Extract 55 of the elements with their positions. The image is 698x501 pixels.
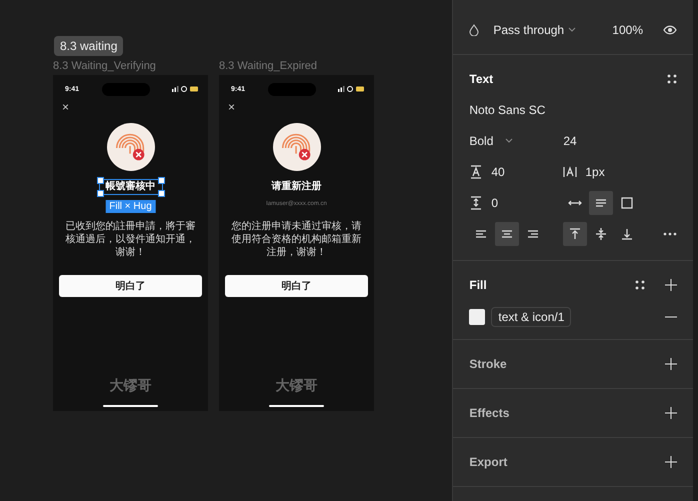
logo-text: 大镠哥 [110,377,152,395]
auto-height-button[interactable] [589,191,614,215]
font-weight-dropdown[interactable]: Bold [469,134,494,148]
center-align-button[interactable] [495,222,520,246]
font-size-field[interactable]: 24 [563,134,577,148]
plus-icon[interactable] [665,456,677,468]
status-title: 请重新注册 [272,180,322,194]
eye-icon[interactable] [663,25,677,35]
align-middle-icon [594,227,608,241]
status-title: 帳號審核中 [106,180,156,194]
align-top-icon [568,227,582,241]
align-bottom-icon [620,227,634,241]
message-text: 您的注册申请未通过审核，请使用符合资格的机构邮箱重新注册，谢谢！ [230,220,362,259]
home-indicator [103,405,158,407]
section-title: Fill [469,278,487,292]
top-align-button[interactable] [563,222,588,246]
paragraph-spacing-icon [469,196,484,210]
letter-spacing-field[interactable]: 1px [585,165,605,179]
section-title: Export [469,455,508,469]
home-indicator [269,405,324,407]
close-icon[interactable]: × [228,101,236,113]
plus-icon[interactable] [665,407,677,419]
frame-label[interactable]: 8.3 Waiting_Verifying [53,60,208,72]
paragraph-spacing-field[interactable]: 0 [491,196,498,210]
size-badge: Fill × Hug [105,200,156,213]
logo-text: 大镠哥 [276,377,318,395]
fixed-icon [620,196,634,210]
section-title: Effects [469,406,510,420]
message-text: 已收到您的註冊申請，將于審核通過后，以發件通知开通，谢谢！ [64,220,196,259]
letter-spacing-icon [563,165,578,179]
font-family-field[interactable]: Noto Sans SC [469,103,546,117]
styles-icon[interactable] [635,280,645,290]
color-swatch[interactable] [469,309,486,325]
plus-icon[interactable] [665,358,677,370]
status-icons [338,86,364,92]
opacity-value[interactable]: 100% [612,23,643,37]
drop-icon [469,24,480,36]
confirm-button[interactable]: 明白了 [59,275,202,297]
more-icon[interactable] [663,232,677,236]
chevron-down-icon [568,27,576,33]
section-title: Stroke [469,357,507,371]
minus-icon[interactable] [665,316,677,318]
blend-mode-dropdown[interactable]: Pass through [493,23,564,37]
status-icons [172,86,198,92]
chevron-down-icon [505,138,514,144]
styles-icon[interactable] [667,74,677,84]
line-height-field[interactable]: 40 [491,165,505,179]
frame-label[interactable]: 8.3 Waiting_Expired [219,60,374,72]
section-title: Text [469,72,494,86]
plus-icon[interactable] [665,279,677,291]
tooltip: 8.3 waiting [54,36,124,56]
close-icon[interactable]: × [62,101,70,113]
line-height-icon [469,165,484,179]
color-style-chip[interactable]: text & icon/1 [491,307,572,327]
confirm-button[interactable]: 明白了 [225,275,368,297]
